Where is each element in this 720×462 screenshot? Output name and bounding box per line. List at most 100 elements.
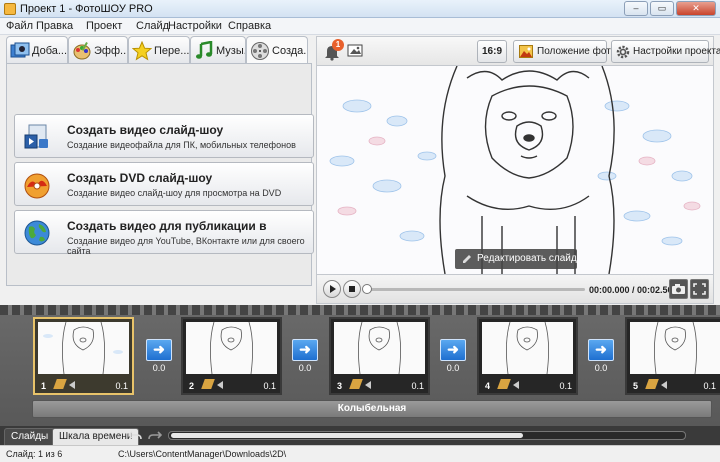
photo-position-button[interactable]: Положение фото xyxy=(513,40,616,63)
speaker-icon[interactable] xyxy=(513,381,519,389)
slide-image xyxy=(186,322,277,374)
slide-number: 4 xyxy=(485,381,491,391)
tab-slides[interactable]: Слайды xyxy=(4,428,56,445)
slide-thumbnail[interactable]: 5 0.1 xyxy=(625,317,720,395)
transition-duration: 0.0 xyxy=(446,363,460,373)
transition[interactable]: ➜ 0.0 xyxy=(146,339,172,373)
tab-transitions[interactable]: Пере... xyxy=(128,36,190,64)
edit-slide-button[interactable]: Редактировать слайд xyxy=(455,249,577,269)
slide-image xyxy=(630,322,720,374)
seek-handle[interactable] xyxy=(362,284,372,294)
horizontal-scrollbar[interactable] xyxy=(168,431,686,440)
create-video-button[interactable]: Создать видео слайд-шоу Создание видеофа… xyxy=(14,114,314,158)
menu-project[interactable]: Проект xyxy=(86,20,122,32)
slide-thumbnail[interactable]: 4 0.1 xyxy=(477,317,578,395)
slide-number: 1 xyxy=(41,381,47,391)
edit-pencil-icon[interactable] xyxy=(645,379,659,389)
time-readout: 00:00.000 / 00:02.500 xyxy=(589,285,678,295)
create-panel: Создать видео слайд-шоу Создание видеофа… xyxy=(6,63,314,286)
tab-create[interactable]: Созда... xyxy=(246,36,308,64)
tab-timeline[interactable]: Шкала времени xyxy=(52,428,140,445)
slide-thumbnail[interactable]: 2 0.1 xyxy=(181,317,282,395)
transition[interactable]: ➜ 0.0 xyxy=(440,339,466,373)
edit-pencil-icon[interactable] xyxy=(349,379,363,389)
slide-image xyxy=(482,322,573,374)
create-dvd-button[interactable]: Создать DVD слайд-шоу Создание видео сла… xyxy=(14,162,314,206)
image-gallery-icon xyxy=(347,44,363,57)
tab-music[interactable]: Музы... xyxy=(190,36,246,64)
arrow-right-icon: ➜ xyxy=(440,339,466,361)
app-icon xyxy=(4,3,16,15)
slide-number: 5 xyxy=(633,381,639,391)
project-settings-button[interactable]: Настройки проекта xyxy=(611,40,720,63)
slide-thumbnail[interactable]: 3 0.1 xyxy=(329,317,430,395)
edit-pencil-icon[interactable] xyxy=(53,379,67,389)
speaker-icon[interactable] xyxy=(661,381,667,389)
seek-bar[interactable] xyxy=(362,284,585,294)
scrollbar-thumb[interactable] xyxy=(171,433,523,438)
menu-file[interactable]: Файл xyxy=(6,20,33,32)
redo-icon[interactable] xyxy=(148,430,162,442)
arrow-right-icon: ➜ xyxy=(292,339,318,361)
film-reel-icon xyxy=(251,42,269,60)
speaker-icon[interactable] xyxy=(365,381,371,389)
menu-help[interactable]: Справка xyxy=(228,20,271,32)
close-button[interactable]: ✕ xyxy=(676,1,716,16)
transitions-star-icon xyxy=(132,41,152,61)
transition[interactable]: ➜ 0.0 xyxy=(588,339,614,373)
slide-number: 3 xyxy=(337,381,343,391)
aspect-ratio-button[interactable]: 16:9 xyxy=(477,40,507,63)
globe-icon xyxy=(24,220,50,246)
edit-pencil-icon[interactable] xyxy=(201,379,215,389)
slide-thumbnail[interactable]: 1 0.1 xyxy=(33,317,134,395)
menu-settings[interactable]: Настройки xyxy=(168,20,222,32)
project-settings-label: Настройки проекта xyxy=(633,46,720,57)
minimize-button[interactable]: ‒ xyxy=(624,1,648,16)
camera-icon xyxy=(672,284,685,294)
action-title: Создать видео слайд-шоу xyxy=(67,123,224,137)
speaker-icon[interactable] xyxy=(69,381,75,389)
transition-duration: 0.0 xyxy=(594,363,608,373)
notifications-bell[interactable]: 1 xyxy=(323,39,344,61)
speaker-icon[interactable] xyxy=(217,381,223,389)
transition[interactable]: ➜ 0.0 xyxy=(292,339,318,373)
maximize-button[interactable]: ▭ xyxy=(650,1,674,16)
slide-number: 2 xyxy=(189,381,195,391)
slide-duration: 0.1 xyxy=(559,381,572,391)
gear-icon xyxy=(616,45,630,59)
create-web-video-button[interactable]: Создать видео для публикации в Создание … xyxy=(14,210,314,256)
player-controls: 00:00.000 / 00:02.500 xyxy=(316,274,714,304)
undo-icon[interactable] xyxy=(128,430,142,442)
menu-edit[interactable]: Правка xyxy=(36,20,73,32)
slide-preview[interactable]: Редактировать слайд xyxy=(316,66,714,274)
transition-duration: 0.0 xyxy=(298,363,312,373)
main-tabs: Доба... Эфф... Пере... Музы... Созда... xyxy=(6,36,310,64)
video-file-icon xyxy=(24,124,48,149)
bear-drawing-image xyxy=(329,66,701,274)
tab-effects[interactable]: Эфф... xyxy=(68,36,128,64)
slide-duration: 0.1 xyxy=(411,381,424,391)
snapshot-button[interactable] xyxy=(669,279,688,299)
photo-position-label: Положение фото xyxy=(537,46,617,57)
slide-duration: 0.1 xyxy=(703,381,716,391)
edit-slide-label: Редактировать слайд xyxy=(477,253,577,264)
project-path: C:\Users\ContentManager\Downloads\2D\ xyxy=(118,449,287,459)
tab-label: Доба... xyxy=(32,45,68,57)
slide-image xyxy=(334,322,425,374)
action-description: Создание видео слайд-шоу для просмотра н… xyxy=(67,188,282,198)
menu-slide[interactable]: Слайд xyxy=(136,20,169,32)
tab-add-photos[interactable]: Доба... xyxy=(6,36,68,64)
slide-image xyxy=(38,322,129,374)
menu-bar: Файл Правка Проект Слайд Настройки Справ… xyxy=(0,18,720,35)
stop-button[interactable] xyxy=(343,280,361,298)
action-title: Создать видео для публикации в xyxy=(67,219,267,233)
gallery-button[interactable] xyxy=(347,42,365,60)
music-track[interactable]: Колыбельная xyxy=(32,400,712,418)
play-button[interactable] xyxy=(323,280,341,298)
slide-duration: 0.1 xyxy=(263,381,276,391)
tab-label: Эфф... xyxy=(94,45,128,57)
edit-pencil-icon[interactable] xyxy=(497,379,511,389)
fullscreen-button[interactable] xyxy=(690,279,709,299)
film-strip-top xyxy=(0,305,720,315)
status-bar: Слайд: 1 из 6 C:\Users\ContentManager\Do… xyxy=(0,445,720,462)
